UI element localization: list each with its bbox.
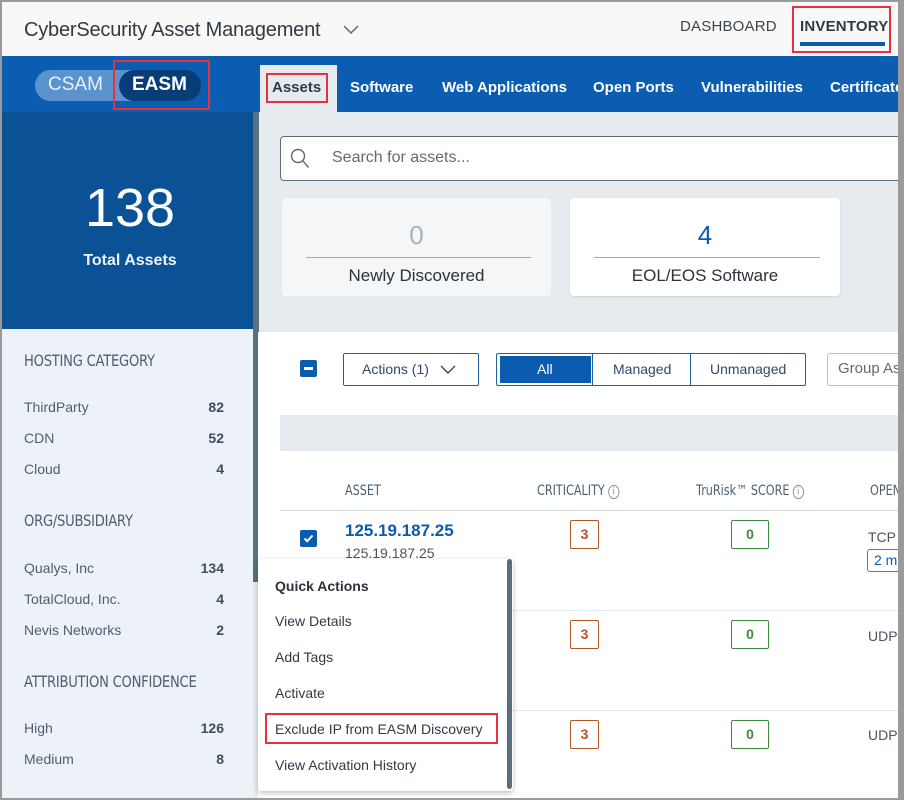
facet-title-org-subsidiary: ORG/SUBSIDIARY: [24, 511, 133, 530]
table-toolbar-strip: [280, 415, 900, 451]
menu-item-add-tags[interactable]: Add Tags: [275, 649, 333, 665]
facet-label: Nevis Networks: [24, 622, 122, 638]
facet-count: 4: [216, 591, 224, 607]
facet-label: Medium: [24, 751, 74, 767]
tab-web-applications[interactable]: Web Applications: [442, 79, 567, 96]
trurisk-score-badge: 0: [731, 620, 769, 649]
tab-certificates[interactable]: Certificate: [830, 79, 900, 96]
tab-vulnerabilities[interactable]: Vulnerabilities: [701, 79, 803, 96]
open-port: UDP 1: [868, 628, 900, 644]
asset-link[interactable]: 125.19.187.25: [345, 521, 454, 541]
open-port: UDP 1: [868, 727, 900, 743]
facet-label: High: [24, 720, 53, 736]
facet-item[interactable]: TotalCloud, Inc. 4: [24, 591, 224, 607]
facet-item[interactable]: Nevis Networks 2: [24, 622, 224, 638]
column-label: CRITICALITY: [537, 483, 605, 499]
search-icon: [290, 148, 310, 168]
info-icon[interactable]: i: [792, 485, 804, 499]
column-header-open-ports[interactable]: OPEN: [870, 483, 900, 499]
facet-item[interactable]: CDN 52: [24, 430, 224, 446]
filter-divider: [592, 354, 593, 385]
menu-item-activate[interactable]: Activate: [275, 685, 325, 701]
column-label: OPEN: [870, 483, 900, 499]
nav-inventory[interactable]: INVENTORY: [800, 18, 888, 35]
checkmark-icon: [303, 534, 314, 543]
menu-item-view-details[interactable]: View Details: [275, 613, 352, 629]
card-eol-eos-software[interactable]: 4 EOL/EOS Software: [570, 198, 840, 296]
facet-count: 126: [200, 720, 224, 736]
column-label: TruRisk™ SCORE: [696, 483, 790, 499]
chevron-down-icon: [440, 365, 456, 374]
card-label: EOL/EOS Software: [631, 266, 779, 285]
more-ports-button[interactable]: 2 mo: [867, 549, 900, 572]
app-switcher-chevron-icon[interactable]: [343, 22, 359, 36]
facet-title-hosting-category: HOSTING CATEGORY: [24, 351, 155, 370]
filter-all[interactable]: All: [537, 361, 553, 377]
total-assets-label: Total Assets: [83, 252, 177, 269]
facet-count: 4: [216, 461, 224, 477]
facet-title-attribution-confidence: ATTRIBUTION CONFIDENCE: [24, 672, 197, 691]
facet-count: 134: [200, 560, 224, 576]
filter-divider: [690, 354, 691, 385]
app-window: CyberSecurity Asset Management DASHBOARD…: [2, 2, 900, 798]
card-divider: [594, 257, 820, 258]
filter-managed[interactable]: Managed: [613, 361, 671, 377]
facet-count: 82: [208, 399, 224, 415]
actions-label: Actions (1): [362, 361, 429, 377]
facet-item[interactable]: ThirdParty 82: [24, 399, 224, 415]
criticality-badge: 3: [570, 620, 599, 649]
tab-open-ports[interactable]: Open Ports: [593, 79, 674, 96]
nav-active-indicator: [800, 42, 885, 46]
toggle-csam[interactable]: CSAM: [48, 74, 103, 96]
facet-count: 2: [216, 622, 224, 638]
group-assets-label: Group Ass: [838, 360, 900, 377]
app-title: CyberSecurity Asset Management: [24, 19, 321, 41]
criticality-badge: 3: [570, 720, 599, 749]
trurisk-score-badge: 0: [731, 720, 769, 749]
facet-label: ThirdParty: [24, 399, 89, 415]
open-port: TCP 4: [868, 529, 900, 545]
window-edge: [898, 0, 904, 800]
facet-label: TotalCloud, Inc.: [24, 591, 121, 607]
tab-software[interactable]: Software: [350, 79, 413, 96]
facet-item[interactable]: Cloud 4: [24, 461, 224, 477]
column-label: ASSET: [345, 483, 381, 499]
facet-count: 52: [208, 430, 224, 446]
column-header-trurisk-score[interactable]: TruRisk™ SCORE i: [696, 483, 804, 499]
facet-label: Qualys, Inc: [24, 560, 95, 576]
toggle-easm[interactable]: EASM: [132, 74, 187, 96]
row-checkbox[interactable]: [300, 530, 317, 547]
card-divider: [306, 257, 531, 258]
facet-item[interactable]: High 126: [24, 720, 224, 736]
column-header-criticality[interactable]: CRITICALITY i: [537, 483, 620, 499]
menu-item-view-activation-history[interactable]: View Activation History: [275, 757, 416, 773]
criticality-badge: 3: [570, 520, 599, 549]
search-placeholder: Search for assets...: [332, 149, 470, 166]
tab-assets[interactable]: Assets: [272, 79, 321, 96]
menu-item-exclude-ip[interactable]: Exclude IP from EASM Discovery: [275, 721, 482, 737]
card-label: Newly Discovered: [348, 266, 485, 285]
trurisk-score-badge: 0: [731, 520, 769, 549]
card-value: 4: [697, 220, 713, 250]
select-all-checkbox[interactable]: [300, 360, 317, 377]
facet-label: CDN: [24, 430, 55, 446]
card-newly-discovered[interactable]: 0 Newly Discovered: [282, 198, 551, 296]
total-assets-count: 138: [84, 178, 176, 238]
facet-item[interactable]: Qualys, Inc 134: [24, 560, 224, 576]
column-header-asset[interactable]: ASSET: [345, 483, 381, 499]
facet-item[interactable]: Medium 8: [24, 751, 224, 767]
nav-dashboard[interactable]: DASHBOARD: [680, 18, 777, 35]
header-divider: [280, 510, 900, 511]
info-icon[interactable]: i: [607, 485, 620, 499]
quick-actions-title: Quick Actions: [275, 578, 369, 594]
filter-unmanaged[interactable]: Unmanaged: [710, 361, 786, 377]
facet-label: Cloud: [24, 461, 61, 477]
card-value: 0: [409, 220, 424, 250]
menu-scrollbar[interactable]: [507, 559, 512, 789]
facet-count: 8: [216, 751, 224, 767]
